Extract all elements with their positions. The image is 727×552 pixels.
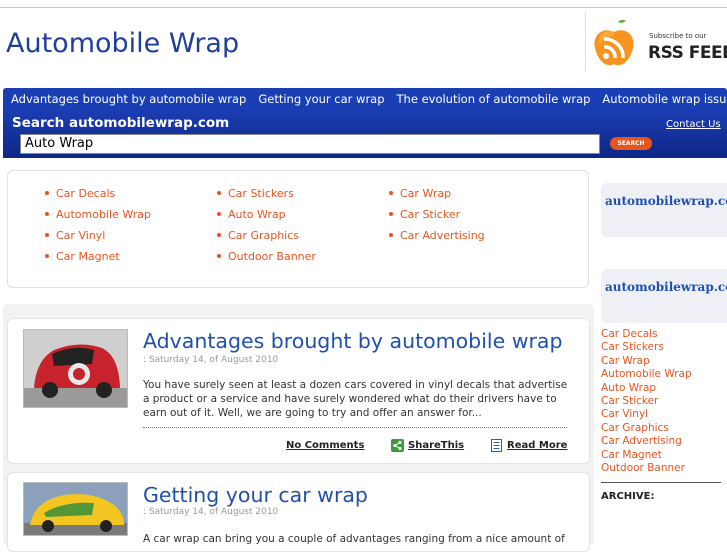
post-card: Getting your car wrap : Saturday 14, of …: [7, 472, 590, 552]
nav-item-evolution[interactable]: The evolution of automobile wrap: [397, 88, 591, 110]
search-button[interactable]: SEARCH: [610, 137, 652, 150]
comments-link[interactable]: No Comments: [286, 440, 364, 451]
post-thumbnail[interactable]: [23, 482, 128, 536]
keyword-link[interactable]: Car Sticker: [389, 206, 485, 227]
category-link[interactable]: Car Sticker: [601, 395, 692, 408]
links-column-3: Car Wrap Car Sticker Car Advertising: [389, 185, 485, 248]
site-title[interactable]: Automobile Wrap: [6, 28, 239, 59]
category-link[interactable]: Car Advertising: [601, 435, 692, 448]
category-link[interactable]: Outdoor Banner: [601, 462, 692, 475]
bullet-icon: [45, 254, 49, 258]
sidebar-categories-title: automobilewrap.com Categories: [605, 280, 727, 294]
category-link[interactable]: Automobile Wrap: [601, 368, 692, 381]
bullet-icon: [45, 233, 49, 237]
post-excerpt: A car wrap can bring you a couple of adv…: [143, 533, 565, 545]
bullet-icon: [389, 212, 393, 216]
bullet-icon: [45, 212, 49, 216]
read-more-link[interactable]: Read More: [507, 440, 567, 451]
category-link[interactable]: Car Decals: [601, 328, 692, 341]
keyword-link[interactable]: Car Graphics: [217, 227, 316, 248]
category-link[interactable]: Auto Wrap: [601, 382, 692, 395]
post-card: Advantages brought by automobile wrap : …: [7, 318, 590, 464]
sidebar-categories-box: automobilewrap.com Categories: [601, 269, 727, 323]
keyword-link[interactable]: Outdoor Banner: [217, 248, 316, 269]
share-this-link[interactable]: ShareThis: [408, 440, 464, 451]
search-input[interactable]: Auto Wrap: [20, 134, 600, 154]
post-date: : Saturday 14, of August 2010: [143, 507, 279, 517]
bullet-icon: [45, 191, 49, 195]
bullet-icon: [389, 233, 393, 237]
post-title[interactable]: Advantages brought by automobile wrap: [143, 329, 562, 353]
category-link[interactable]: Car Magnet: [601, 449, 692, 462]
car-image: [24, 483, 127, 535]
nav-item-getting-car-wrap[interactable]: Getting your car wrap: [258, 88, 384, 110]
bullet-icon: [217, 191, 221, 195]
bullet-icon: [217, 233, 221, 237]
keyword-link[interactable]: Car Magnet: [45, 248, 151, 269]
category-list: Car Decals Car Stickers Car Wrap Automob…: [601, 328, 692, 475]
bullet-icon: [217, 254, 221, 258]
post-date: : Saturday 14, of August 2010: [143, 355, 279, 365]
rss-subtitle: Subscribe to our: [649, 32, 707, 40]
nav-item-issues[interactable]: Automobile wrap issues: [602, 88, 727, 110]
contact-us-link[interactable]: Contact Us: [666, 119, 721, 130]
category-link[interactable]: Car Vinyl: [601, 408, 692, 421]
share-icon: [391, 439, 404, 452]
document-icon: [491, 439, 502, 452]
keyword-link[interactable]: Car Vinyl: [45, 227, 151, 248]
top-divider: [0, 7, 727, 8]
keyword-links-box: Car Decals Automobile Wrap Car Vinyl Car…: [7, 170, 589, 288]
nav-item-advantages[interactable]: Advantages brought by automobile wrap: [11, 88, 246, 110]
search-bar: Search automobilewrap.com Contact Us Aut…: [3, 110, 727, 158]
keyword-link[interactable]: Automobile Wrap: [45, 206, 151, 227]
links-column-2: Car Stickers Auto Wrap Car Graphics Outd…: [217, 185, 316, 269]
category-link[interactable]: Car Wrap: [601, 355, 692, 368]
keyword-link[interactable]: Car Decals: [45, 185, 151, 206]
keyword-link[interactable]: Car Wrap: [389, 185, 485, 206]
archive-heading: ARCHIVE:: [601, 482, 721, 502]
post-thumbnail[interactable]: [23, 329, 128, 408]
bullet-icon: [217, 212, 221, 216]
rss-feed-banner[interactable]: Subscribe to our RSS FEED: [585, 12, 727, 72]
post-excerpt: You have surely seen at least a dozen ca…: [143, 379, 568, 419]
sidebar-links-title: automobilewrap.com Links: [605, 194, 727, 208]
links-column-1: Car Decals Automobile Wrap Car Vinyl Car…: [45, 185, 151, 269]
bullet-icon: [389, 191, 393, 195]
category-link[interactable]: Car Graphics: [601, 422, 692, 435]
sidebar-links-box: automobilewrap.com Links: [601, 183, 727, 237]
post-title[interactable]: Getting your car wrap: [143, 483, 368, 507]
rss-icon: [594, 19, 634, 66]
main-nav: Advantages brought by automobile wrap Ge…: [3, 88, 727, 110]
rss-title: RSS FEED: [648, 43, 727, 63]
keyword-link[interactable]: Car Stickers: [217, 185, 316, 206]
category-link[interactable]: Car Stickers: [601, 341, 692, 354]
post-divider: [143, 427, 567, 428]
keyword-link[interactable]: Car Advertising: [389, 227, 485, 248]
keyword-link[interactable]: Auto Wrap: [217, 206, 316, 227]
search-label: Search automobilewrap.com: [12, 115, 230, 131]
car-image: [24, 330, 127, 407]
